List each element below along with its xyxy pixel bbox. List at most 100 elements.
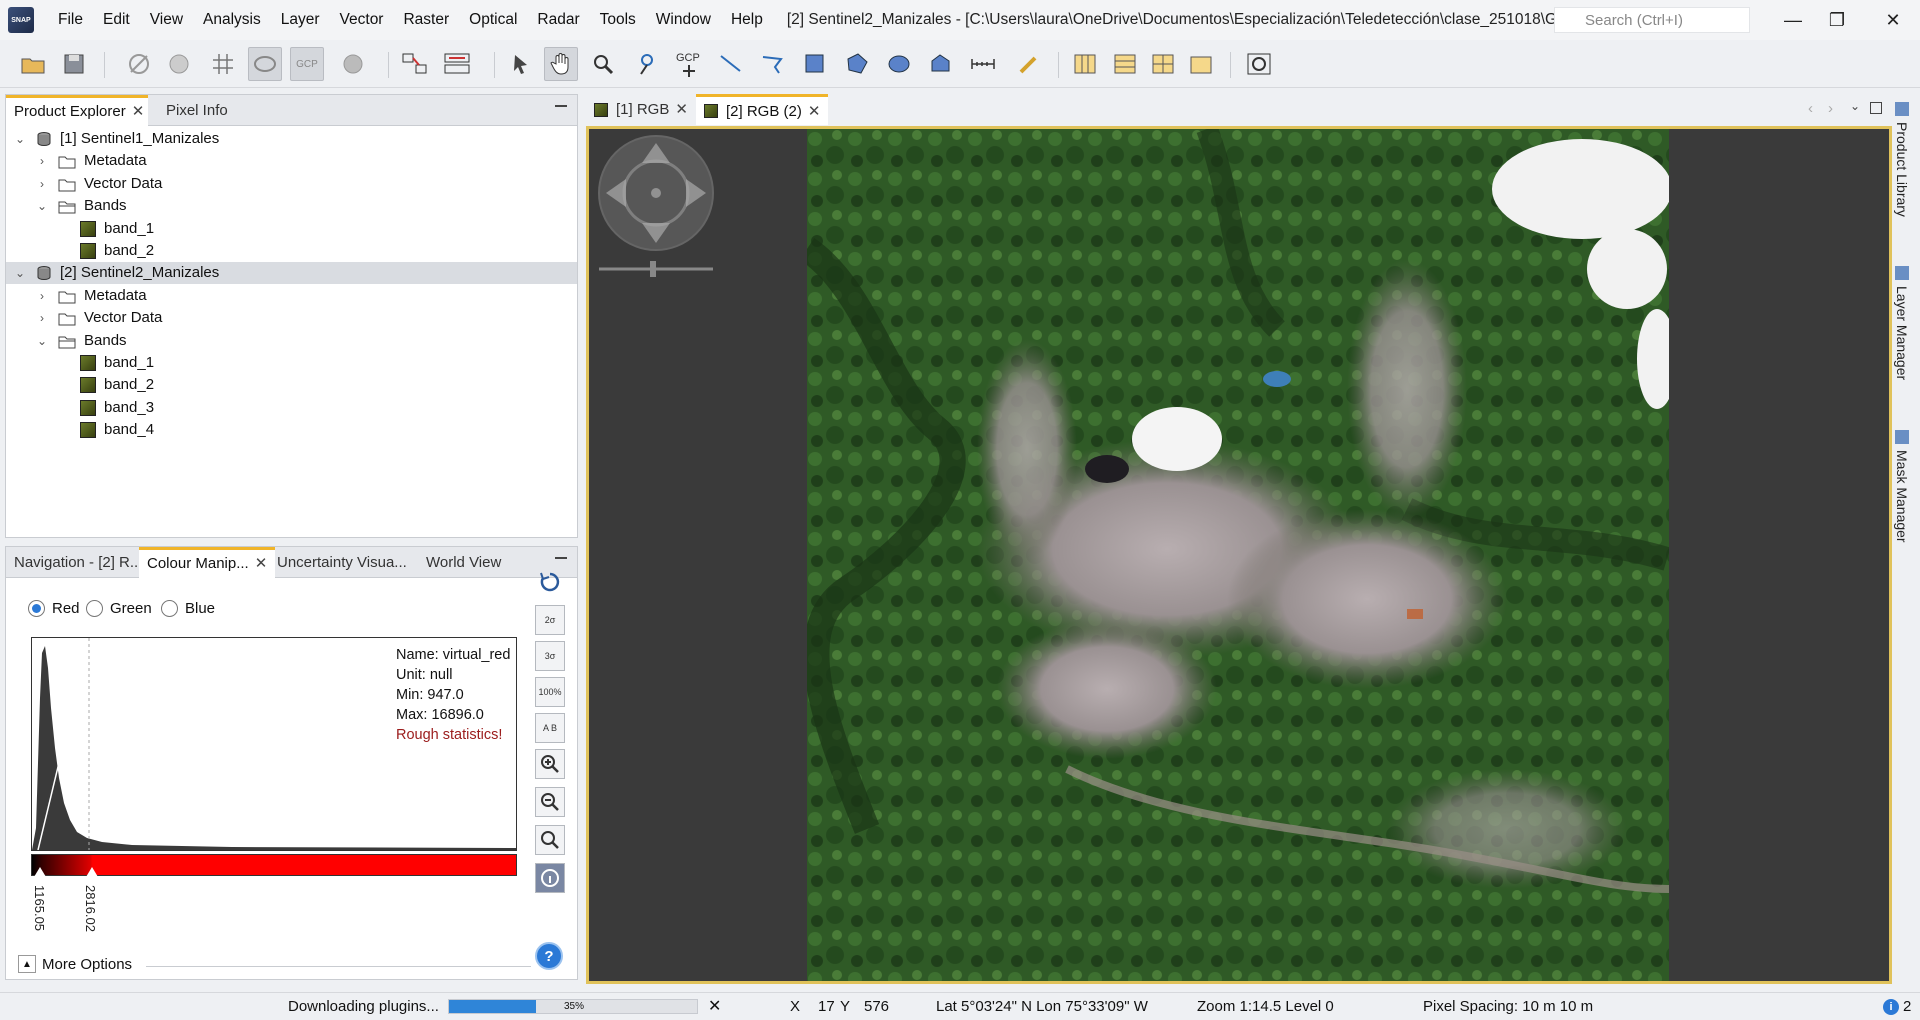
close-icon[interactable]: ✕ [808, 98, 821, 125]
tree-band-item[interactable]: band_3 [6, 397, 577, 419]
save-product-icon[interactable] [58, 47, 92, 81]
chevron-down-icon[interactable]: ⌄ [14, 132, 26, 146]
tree-folder-item[interactable]: › Vector Data [6, 307, 577, 329]
navigation-overlay[interactable] [595, 133, 717, 283]
image-canvas[interactable] [586, 126, 1892, 984]
no-data-overlay-icon[interactable] [248, 47, 282, 81]
tree-band-item[interactable]: band_1 [6, 218, 577, 240]
maximize-icon[interactable] [1870, 102, 1882, 114]
histogram-chart[interactable]: Name: virtual_red Unit: null Min: 947.0 … [31, 637, 517, 851]
menu-analysis[interactable]: Analysis [193, 0, 271, 40]
channel-red-radio[interactable]: Red [28, 600, 80, 617]
polyline-drawing-icon[interactable] [756, 47, 790, 81]
polygon-drawing-icon[interactable] [840, 47, 874, 81]
tab-layer-manager[interactable]: Layer Manager [1894, 266, 1910, 380]
stretch-100-percent-button[interactable]: 100% [535, 677, 565, 707]
tab-product-explorer[interactable]: Product Explorer ✕ [6, 95, 148, 126]
graticule-icon[interactable] [206, 47, 240, 81]
world-map-overlay-icon[interactable] [336, 47, 370, 81]
menu-layer[interactable]: Layer [271, 0, 330, 40]
minimize-panel-icon[interactable] [555, 105, 567, 107]
channel-blue-radio[interactable]: Blue [161, 600, 215, 617]
tree-band-item[interactable]: band_1 [6, 352, 577, 374]
chevron-down-icon[interactable]: ⌄ [36, 199, 48, 213]
tile-vertical-icon[interactable] [1108, 47, 1142, 81]
chevron-right-icon[interactable]: › [36, 289, 48, 303]
tab-uncertainty-visualisation[interactable]: Uncertainty Visua... [269, 547, 415, 578]
radio-indicator[interactable] [86, 600, 103, 617]
chevron-down-icon[interactable]: ⌄ [1850, 99, 1860, 113]
close-icon[interactable]: ✕ [675, 94, 688, 125]
satellite-image[interactable] [807, 129, 1669, 983]
mask-tool-icon[interactable] [122, 47, 156, 81]
magic-wand-icon[interactable] [924, 47, 958, 81]
slider-max-value[interactable]: 2816.02 [83, 885, 98, 932]
range-finder-icon[interactable] [966, 47, 1000, 81]
tab-world-view[interactable]: World View [418, 547, 509, 578]
tree-folder-item[interactable]: › Vector Data [6, 173, 577, 195]
overlay-tool-icon[interactable] [162, 47, 196, 81]
scroll-right-icon[interactable]: › [1828, 100, 1833, 117]
tab-pixel-info[interactable]: Pixel Info [158, 95, 236, 126]
menu-window[interactable]: Window [646, 0, 721, 40]
radio-indicator[interactable] [28, 600, 45, 617]
scroll-left-icon[interactable]: ‹ [1808, 100, 1813, 117]
close-icon[interactable]: ✕ [132, 103, 145, 120]
reset-icon[interactable] [535, 567, 565, 597]
colour-gradient-bar[interactable] [31, 854, 517, 876]
tab-rgb-1[interactable]: [1] RGB ✕ [586, 94, 696, 125]
slider-min-value[interactable]: 1165.05 [32, 885, 47, 931]
gcp-manager-icon[interactable] [440, 47, 474, 81]
chevron-right-icon[interactable]: › [36, 177, 48, 191]
menu-file[interactable]: File [48, 0, 93, 40]
gcp-overlay-icon[interactable]: GCP [290, 47, 324, 81]
more-options-toggle[interactable]: ▲ More Options [18, 955, 132, 973]
tab-rgb-2[interactable]: [2] RGB (2) ✕ [696, 94, 829, 125]
menu-view[interactable]: View [140, 0, 193, 40]
chevron-right-icon[interactable]: › [36, 311, 48, 325]
menu-edit[interactable]: Edit [93, 0, 140, 40]
tab-product-library[interactable]: Product Library [1894, 102, 1910, 217]
tree-band-item[interactable]: band_2 [6, 240, 577, 262]
tile-grid-icon[interactable] [1146, 47, 1180, 81]
select-tool-icon[interactable] [504, 47, 538, 81]
chevron-down-icon[interactable]: ⌄ [36, 334, 48, 348]
minimize-panel-icon[interactable] [555, 557, 567, 559]
tree-band-item[interactable]: band_2 [6, 374, 577, 396]
menu-raster[interactable]: Raster [393, 0, 459, 40]
tile-horizontal-icon[interactable] [1068, 47, 1102, 81]
radio-indicator[interactable] [161, 600, 178, 617]
menu-radar[interactable]: Radar [527, 0, 589, 40]
open-product-icon[interactable] [16, 47, 50, 81]
tab-colour-manipulation[interactable]: Colour Manip... ✕ [139, 547, 276, 578]
chevron-right-icon[interactable]: › [36, 154, 48, 168]
sync-views-icon[interactable] [1242, 47, 1276, 81]
stretch-3-sigma-button[interactable]: 3σ [535, 641, 565, 671]
cancel-download-icon[interactable]: ✕ [708, 996, 721, 1016]
chevron-down-icon[interactable]: ⌄ [14, 266, 26, 280]
rectangle-drawing-icon[interactable] [798, 47, 832, 81]
menu-vector[interactable]: Vector [330, 0, 394, 40]
ellipse-drawing-icon[interactable] [882, 47, 916, 81]
info-toggle-icon[interactable] [535, 863, 565, 893]
distribute-evenly-button[interactable]: A B [535, 713, 565, 743]
search-input[interactable]: Search (Ctrl+I) [1554, 7, 1750, 33]
tree-product-item[interactable]: ⌄ [1] Sentinel1_Manizales [6, 128, 577, 150]
tree-folder-item[interactable]: › Metadata [6, 285, 577, 307]
slider-max-handle[interactable] [86, 867, 98, 877]
tree-folder-item[interactable]: › Metadata [6, 150, 577, 172]
tab-mask-manager[interactable]: Mask Manager [1894, 430, 1910, 543]
tile-single-icon[interactable] [1184, 47, 1218, 81]
expand-icon[interactable]: ▲ [18, 955, 36, 973]
pin-placing-icon[interactable] [630, 47, 664, 81]
gcp-placing-icon[interactable]: GCP [672, 47, 706, 81]
zoom-in-vertical-icon[interactable] [535, 749, 565, 779]
menu-tools[interactable]: Tools [590, 0, 646, 40]
line-drawing-icon[interactable] [714, 47, 748, 81]
channel-green-radio[interactable]: Green [86, 600, 152, 617]
slider-min-handle[interactable] [34, 867, 46, 877]
restore-window-button[interactable]: ❐ [1810, 0, 1864, 40]
zoom-horizontal-icon[interactable] [535, 825, 565, 855]
close-window-button[interactable]: ✕ [1866, 0, 1920, 40]
help-icon[interactable]: ? [535, 942, 563, 970]
